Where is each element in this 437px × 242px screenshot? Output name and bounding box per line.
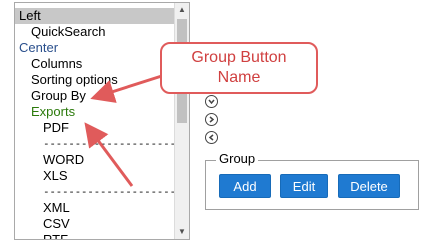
- callout-bubble: Group Button Name: [160, 42, 318, 94]
- callout-line-1: Group Button: [191, 49, 287, 66]
- callout-line-2: Name: [217, 69, 261, 86]
- annotation-arrows: [84, 72, 169, 187]
- callout-arrow-to-exports: [84, 122, 134, 187]
- callout-arrow-to-group-by: [90, 72, 169, 103]
